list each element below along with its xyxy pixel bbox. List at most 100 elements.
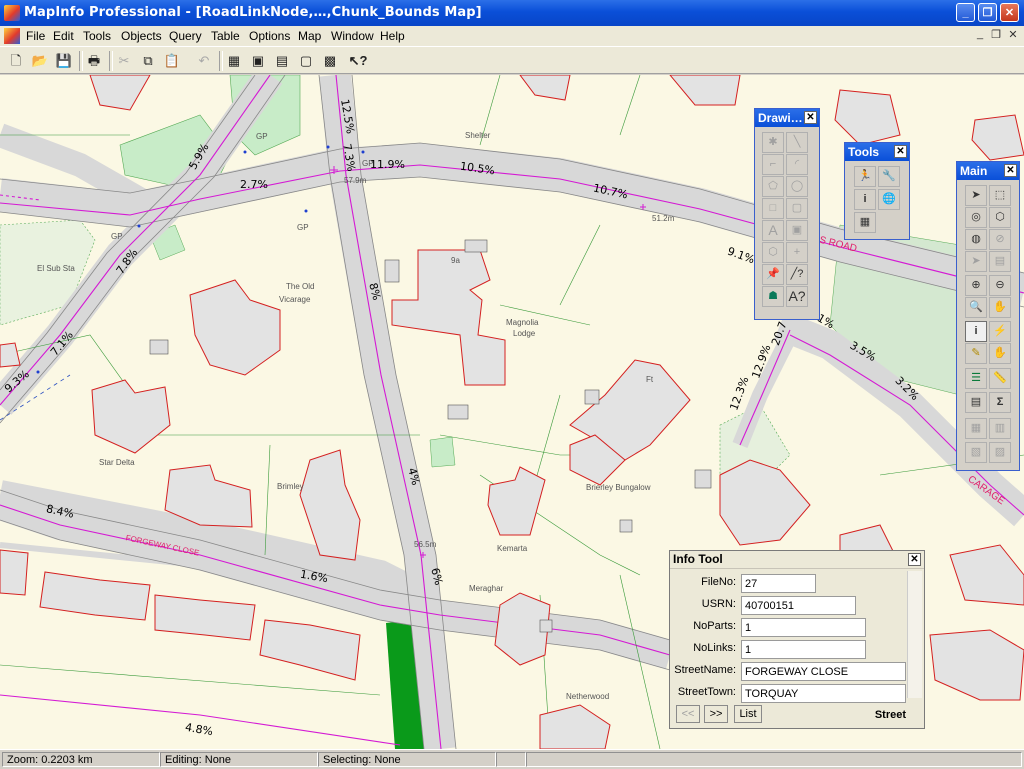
field-value-fileno[interactable]: 27 — [741, 574, 816, 593]
info-tool-title[interactable]: Info Tool ✕ — [670, 551, 924, 569]
select-arrow-icon[interactable]: ➤ — [965, 185, 987, 206]
previous-record-button[interactable]: << — [676, 705, 700, 723]
line-style-icon[interactable]: ╱? — [786, 264, 808, 285]
main-palette-close-button[interactable]: ✕ — [1004, 164, 1017, 177]
menu-window[interactable]: Window — [331, 29, 374, 43]
close-button[interactable]: ✕ — [1000, 3, 1019, 22]
clip-region-icon[interactable]: ▧ — [965, 442, 987, 463]
text-style-icon[interactable]: A? — [786, 286, 808, 307]
zoom-out-icon[interactable]: ⊖ — [989, 275, 1011, 296]
line-tool-icon[interactable]: ╲ — [786, 132, 808, 153]
info-tool-icon[interactable]: i — [965, 321, 987, 342]
tool-manager-icon[interactable]: 🔧 — [878, 166, 900, 187]
minimize-button[interactable]: _ — [956, 3, 975, 22]
mdi-minimize-icon[interactable]: _ — [972, 28, 988, 43]
menu-edit[interactable]: Edit — [53, 29, 74, 43]
menu-help[interactable]: Help — [380, 29, 405, 43]
tools-palette-close-button[interactable]: ✕ — [894, 145, 907, 158]
arc-tool-icon[interactable]: ◜ — [786, 154, 808, 175]
info-tool-scrollbar[interactable] — [907, 571, 922, 698]
frame-tool-icon[interactable]: ▣ — [786, 220, 808, 241]
info-icon[interactable]: i — [854, 189, 876, 210]
field-value-streettown[interactable]: TORQUAY — [741, 684, 906, 703]
menu-query[interactable]: Query — [169, 29, 202, 43]
status-selecting[interactable]: Selecting: None — [318, 752, 496, 767]
hotlink-icon[interactable]: ⚡ — [989, 321, 1011, 342]
undo-icon[interactable]: ↶ — [193, 50, 215, 72]
new-browser-icon[interactable]: ▦ — [223, 50, 245, 72]
restore-button[interactable]: ❐ — [978, 3, 997, 22]
region-style-icon[interactable]: ☗ — [762, 286, 784, 307]
menu-options[interactable]: Options — [249, 29, 290, 43]
save-icon[interactable]: 💾 — [53, 50, 75, 72]
ellipse-tool-icon[interactable]: ◯ — [786, 176, 808, 197]
main-palette-title[interactable]: Main ✕ — [957, 162, 1019, 180]
unselect-all-icon[interactable]: ⊘ — [989, 229, 1011, 250]
text-tool-icon[interactable]: A — [762, 220, 784, 241]
graph-select-icon[interactable]: ▤ — [989, 251, 1011, 272]
add-node-tool-icon[interactable]: + — [786, 242, 808, 263]
drawing-palette-title[interactable]: Drawi… ✕ — [755, 109, 819, 127]
document-icon[interactable] — [4, 28, 20, 44]
ruler-icon[interactable]: 📏 — [989, 368, 1011, 389]
menu-tools[interactable]: Tools — [83, 29, 111, 43]
copy-icon[interactable]: ⧉ — [137, 50, 159, 72]
polygon-tool-icon[interactable]: ⬠ — [762, 176, 784, 197]
redistrict-icon[interactable]: ▩ — [319, 50, 341, 72]
new-document-icon[interactable]: 🗋 — [5, 50, 27, 72]
statistics-icon[interactable]: Σ — [989, 392, 1011, 413]
cut-icon[interactable]: ✂ — [113, 50, 135, 72]
new-mapper-icon[interactable]: ▣ — [247, 50, 269, 72]
change-view-icon[interactable]: 🔍 — [965, 297, 987, 318]
new-grapher-icon[interactable]: ▤ — [271, 50, 293, 72]
map-label: 51.2m — [652, 214, 675, 223]
next-record-button[interactable]: >> — [704, 705, 728, 723]
invert-selection-icon[interactable]: ➤ — [965, 251, 987, 272]
field-value-usrn[interactable]: 40700151 — [741, 596, 856, 615]
world-icon[interactable]: 🌐 — [878, 189, 900, 210]
menu-file[interactable]: File — [26, 29, 45, 43]
drag-window-icon[interactable]: ✋ — [989, 343, 1011, 364]
status-zoom[interactable]: Zoom: 0.2203 km — [2, 752, 160, 767]
paste-icon[interactable]: 📋 — [161, 50, 183, 72]
layer-control-icon[interactable]: ☰ — [965, 368, 987, 389]
rounded-rectangle-tool-icon[interactable]: ▢ — [786, 198, 808, 219]
menu-table[interactable]: Table — [211, 29, 240, 43]
boundary-select-icon[interactable]: ◍ — [965, 229, 987, 250]
print-icon[interactable]: 🖶 — [83, 50, 105, 72]
info-tool-layer-name: Street — [874, 709, 906, 721]
field-value-streetname[interactable]: FORGEWAY CLOSE — [741, 662, 906, 681]
marquee-select-icon[interactable]: ⬚ — [989, 185, 1011, 206]
split-icon[interactable]: ▨ — [989, 442, 1011, 463]
set-target-icon[interactable]: ▥ — [989, 418, 1011, 439]
help-pointer-icon[interactable]: ↖? — [347, 50, 369, 72]
reshape-tool-icon[interactable]: ⬡ — [762, 242, 784, 263]
info-tool-close-button[interactable]: ✕ — [908, 553, 921, 566]
run-mapbasic-icon[interactable]: 🏃 — [854, 166, 876, 187]
new-layout-icon[interactable]: ▢ — [295, 50, 317, 72]
mapinfo-app-icon[interactable] — [4, 5, 20, 21]
symbol-tool-icon[interactable]: ✱ — [762, 132, 784, 153]
table-tool-icon[interactable]: ▦ — [854, 212, 876, 233]
list-button[interactable]: List — [734, 705, 762, 723]
field-value-nolinks[interactable]: 1 — [741, 640, 866, 659]
field-value-noparts[interactable]: 1 — [741, 618, 866, 637]
label-tool-icon[interactable]: ✎ — [965, 343, 987, 364]
menu-objects[interactable]: Objects — [121, 29, 162, 43]
polygon-select-icon[interactable]: ⬡ — [989, 207, 1011, 228]
legend-icon[interactable]: ▤ — [965, 392, 987, 413]
drawing-palette-close-button[interactable]: ✕ — [804, 111, 817, 124]
polyline-tool-icon[interactable]: ⌐ — [762, 154, 784, 175]
tools-palette-title[interactable]: Tools ✕ — [845, 143, 909, 161]
zoom-in-icon[interactable]: ⊕ — [965, 275, 987, 296]
open-folder-icon[interactable]: 📂 — [29, 50, 51, 72]
status-editing[interactable]: Editing: None — [160, 752, 318, 767]
radius-select-icon[interactable]: ◎ — [965, 207, 987, 228]
menu-map[interactable]: Map — [298, 29, 321, 43]
mdi-close-icon[interactable]: ✕ — [1005, 28, 1021, 43]
rectangle-tool-icon[interactable]: □ — [762, 198, 784, 219]
mdi-restore-icon[interactable]: ❐ — [988, 28, 1004, 43]
symbol-style-icon[interactable]: 📌 — [762, 264, 784, 285]
cartographic-legend-icon[interactable]: ▦ — [965, 418, 987, 439]
grabber-hand-icon[interactable]: ✋ — [989, 297, 1011, 318]
